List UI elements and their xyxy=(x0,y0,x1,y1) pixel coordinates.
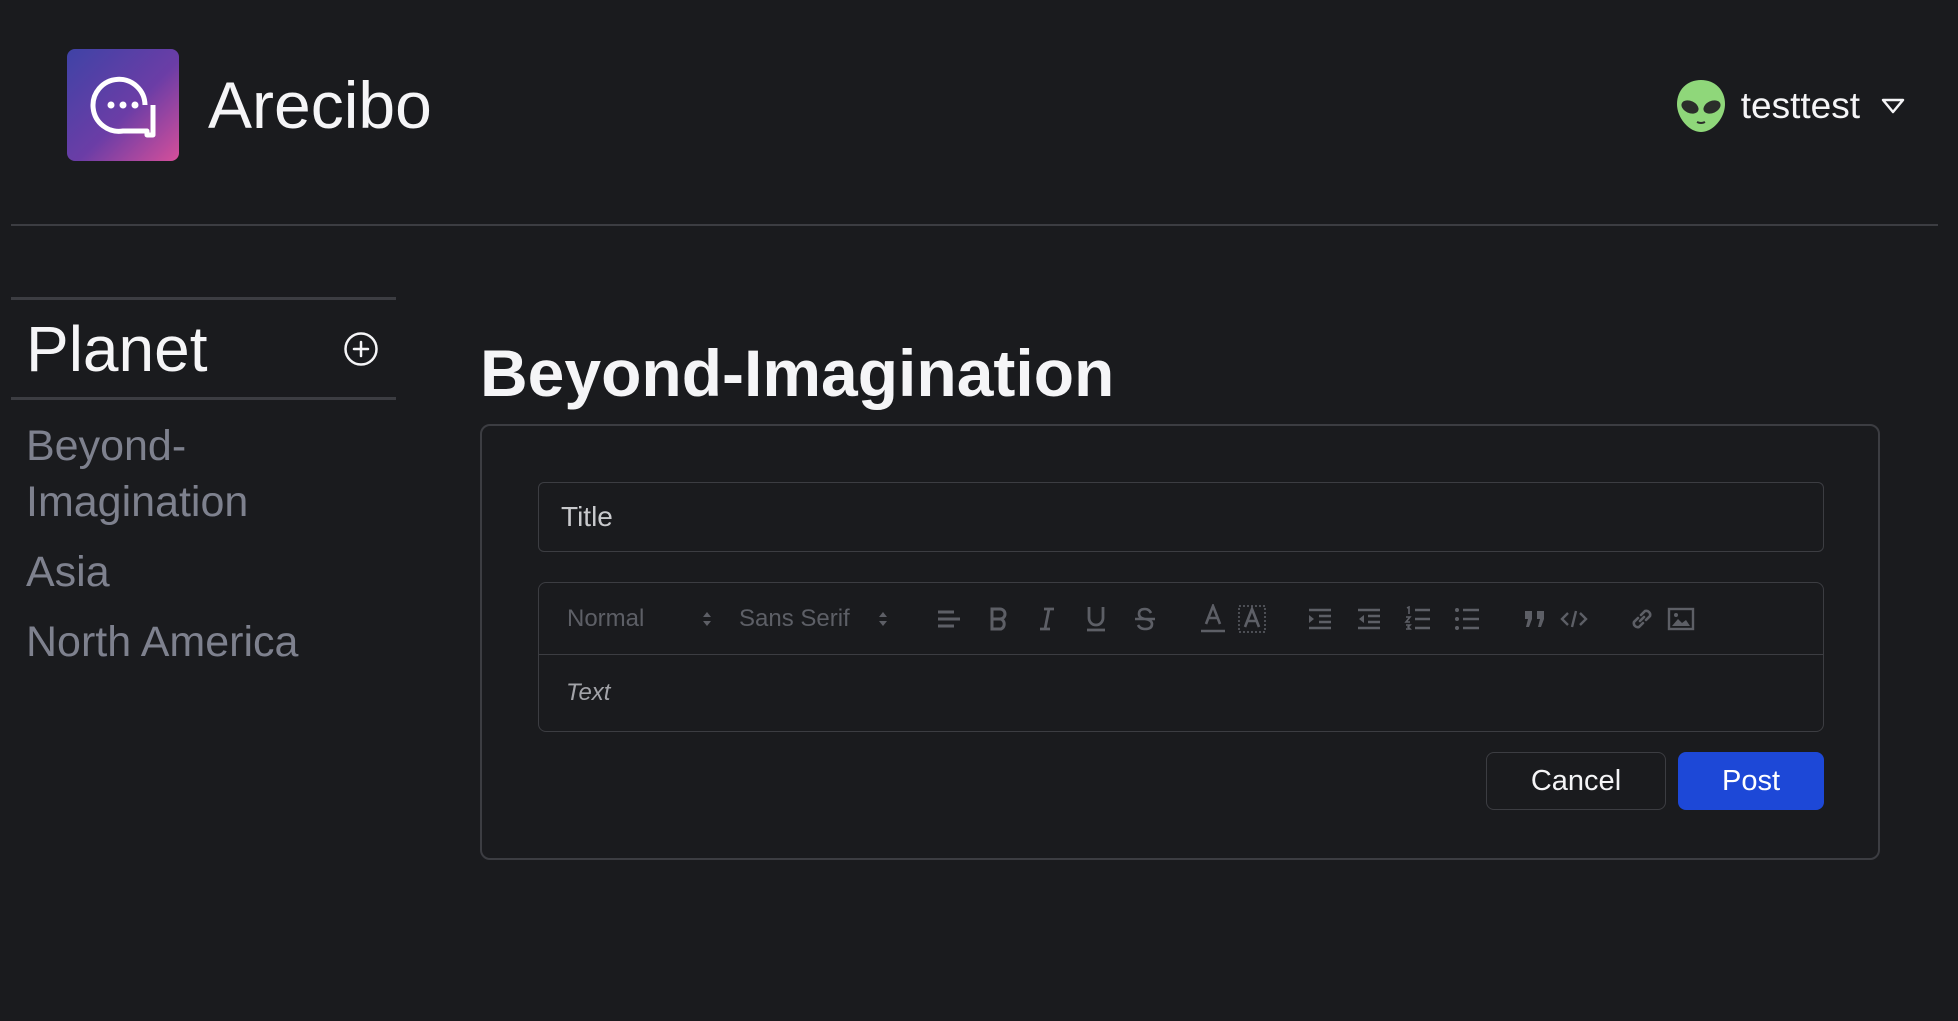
select-arrows-icon xyxy=(703,612,711,626)
blockquote-icon[interactable] xyxy=(1517,601,1553,637)
page-title: Beyond-Imagination xyxy=(480,336,1115,410)
chevron-down-icon xyxy=(1878,94,1908,118)
link-icon[interactable] xyxy=(1624,601,1660,637)
app-name: Arecibo xyxy=(208,68,432,142)
cancel-button[interactable]: Cancel xyxy=(1486,752,1666,810)
user-menu[interactable]: testtest xyxy=(1673,74,1908,138)
arecibo-logo[interactable] xyxy=(67,49,179,161)
planet-link-asia[interactable]: Asia xyxy=(26,544,366,600)
alien-avatar-icon xyxy=(1673,78,1729,134)
bold-icon[interactable] xyxy=(980,601,1016,637)
italic-icon[interactable] xyxy=(1029,601,1065,637)
sidebar-title: Planet xyxy=(26,312,208,385)
image-icon[interactable] xyxy=(1663,601,1699,637)
bullet-list-icon[interactable] xyxy=(1449,601,1485,637)
username: testtest xyxy=(1740,85,1860,126)
align-left-icon[interactable] xyxy=(931,601,967,637)
planet-sidebar: Planet Beyond-Imagination Asia North Ame… xyxy=(11,297,396,684)
planet-list: Beyond-Imagination Asia North America xyxy=(11,400,396,670)
app-header: Arecibo testtest xyxy=(0,0,1958,226)
plus-circle-icon xyxy=(344,331,378,366)
text-color-icon[interactable] xyxy=(1195,601,1231,637)
indent-icon[interactable] xyxy=(1302,601,1338,637)
chat-bubble-logo-icon xyxy=(90,76,156,138)
ordered-list-icon[interactable] xyxy=(1400,601,1436,637)
post-button[interactable]: Post xyxy=(1678,752,1824,810)
heading-select[interactable]: Normal xyxy=(567,603,713,635)
planet-link-north-america[interactable]: North America xyxy=(26,614,366,670)
post-title-input[interactable] xyxy=(538,482,1824,552)
page: Arecibo testtest Planet Beyond-Imaginati… xyxy=(0,0,1958,1021)
editor-toolbar: Normal Sans Serif xyxy=(539,583,1823,655)
sidebar-header: Planet xyxy=(11,300,396,397)
add-planet-button[interactable] xyxy=(342,330,380,368)
body-placeholder: Text xyxy=(566,679,611,706)
underline-icon[interactable] xyxy=(1078,601,1114,637)
post-body-editor[interactable]: Text xyxy=(539,655,1823,731)
code-block-icon[interactable] xyxy=(1556,601,1592,637)
select-arrows-icon xyxy=(879,612,887,626)
rich-text-editor: Normal Sans Serif Text xyxy=(538,582,1824,732)
header-divider xyxy=(11,224,1938,226)
background-color-icon[interactable] xyxy=(1234,601,1270,637)
planet-link-beyond-imagination[interactable]: Beyond-Imagination xyxy=(26,418,366,530)
font-select-value: Sans Serif xyxy=(739,605,850,632)
strike-icon[interactable] xyxy=(1127,601,1163,637)
font-select[interactable]: Sans Serif xyxy=(739,603,889,635)
new-post-form: Normal Sans Serif xyxy=(480,424,1880,860)
outdent-icon[interactable] xyxy=(1351,601,1387,637)
heading-select-value: Normal xyxy=(567,605,645,632)
